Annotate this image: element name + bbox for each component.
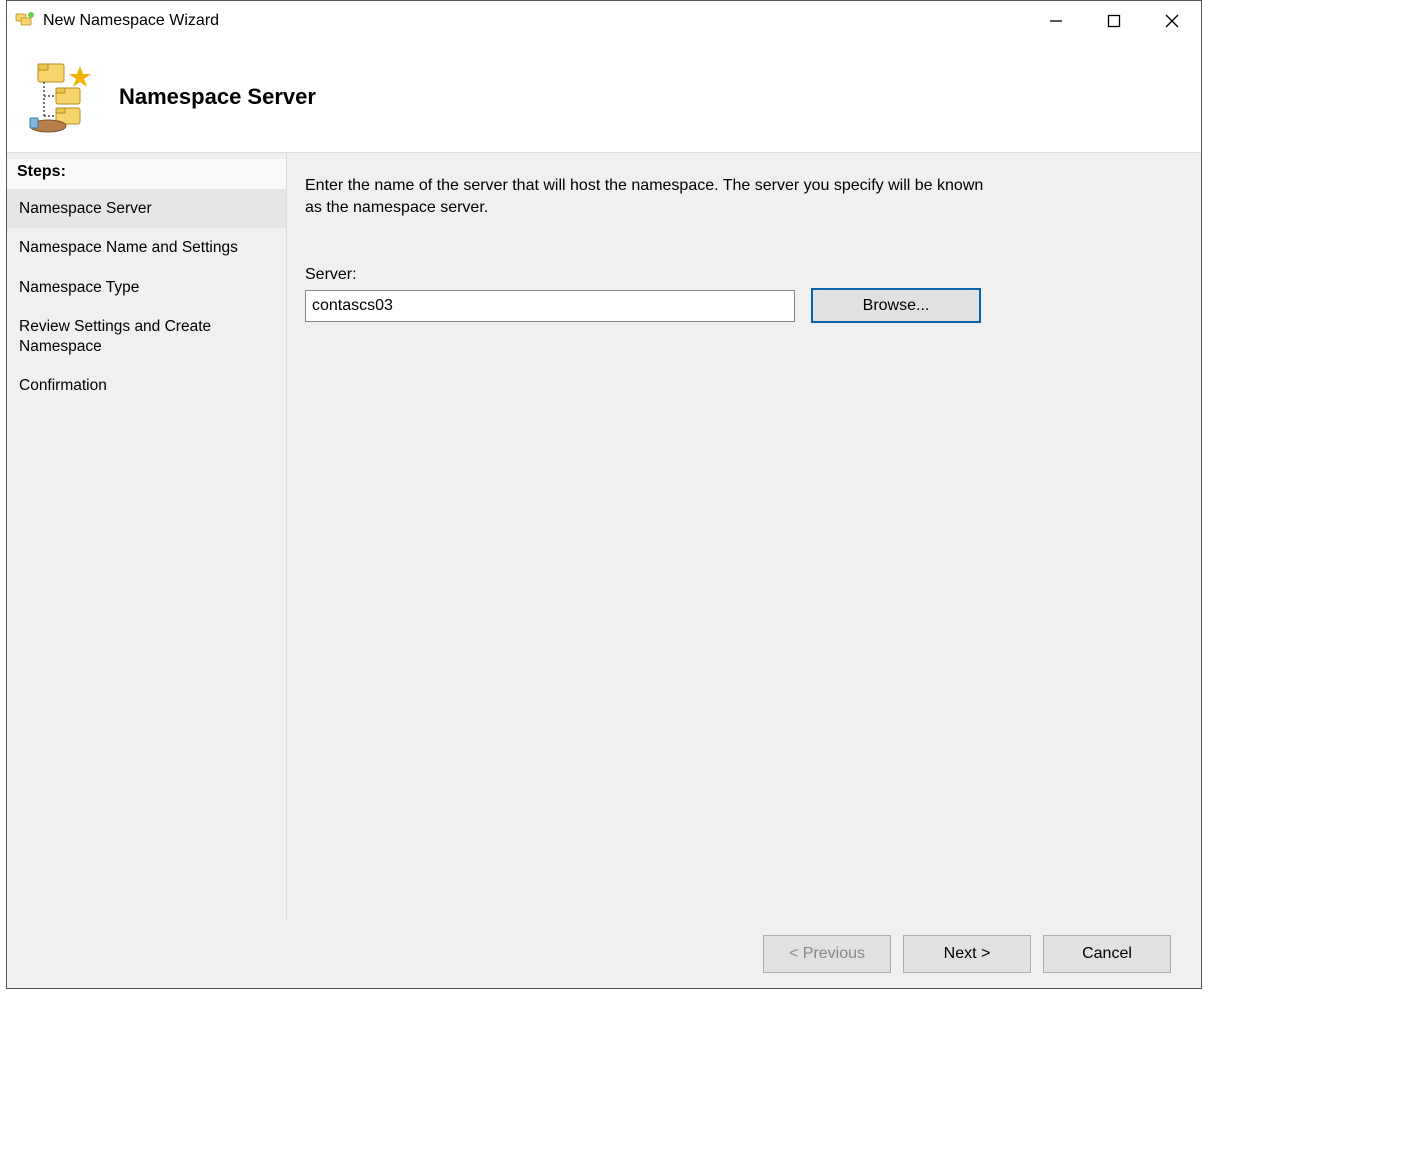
wizard-window: New Namespace Wizard xyxy=(6,0,1202,989)
window-title: New Namespace Wizard xyxy=(43,12,1027,30)
step-confirmation[interactable]: Confirmation xyxy=(7,366,286,405)
window-controls xyxy=(1027,1,1201,41)
next-button[interactable]: Next > xyxy=(903,935,1031,973)
titlebar: New Namespace Wizard xyxy=(7,1,1201,41)
steps-heading: Steps: xyxy=(7,159,286,189)
minimize-button[interactable] xyxy=(1027,1,1085,41)
steps-sidebar: Steps: Namespace Server Namespace Name a… xyxy=(7,153,287,920)
namespace-tree-icon xyxy=(21,57,101,137)
cancel-button[interactable]: Cancel xyxy=(1043,935,1171,973)
header-banner: Namespace Server xyxy=(7,41,1201,153)
close-button[interactable] xyxy=(1143,1,1201,41)
maximize-button[interactable] xyxy=(1085,1,1143,41)
browse-button[interactable]: Browse... xyxy=(811,288,981,323)
previous-button: < Previous xyxy=(763,935,891,973)
footer: < Previous Next > Cancel xyxy=(7,920,1201,988)
server-field-row: Browse... xyxy=(305,288,1171,323)
dfs-wizard-icon xyxy=(15,11,35,31)
server-input[interactable] xyxy=(305,290,795,322)
body: Steps: Namespace Server Namespace Name a… xyxy=(7,153,1201,920)
page-title: Namespace Server xyxy=(119,84,316,110)
step-namespace-type[interactable]: Namespace Type xyxy=(7,268,286,307)
server-label: Server: xyxy=(305,266,1171,284)
instruction-text: Enter the name of the server that will h… xyxy=(305,175,985,218)
step-namespace-name-settings[interactable]: Namespace Name and Settings xyxy=(7,228,286,267)
step-review-create[interactable]: Review Settings and Create Namespace xyxy=(7,307,286,366)
content-pane: Enter the name of the server that will h… xyxy=(287,153,1201,920)
step-namespace-server[interactable]: Namespace Server xyxy=(7,189,286,228)
